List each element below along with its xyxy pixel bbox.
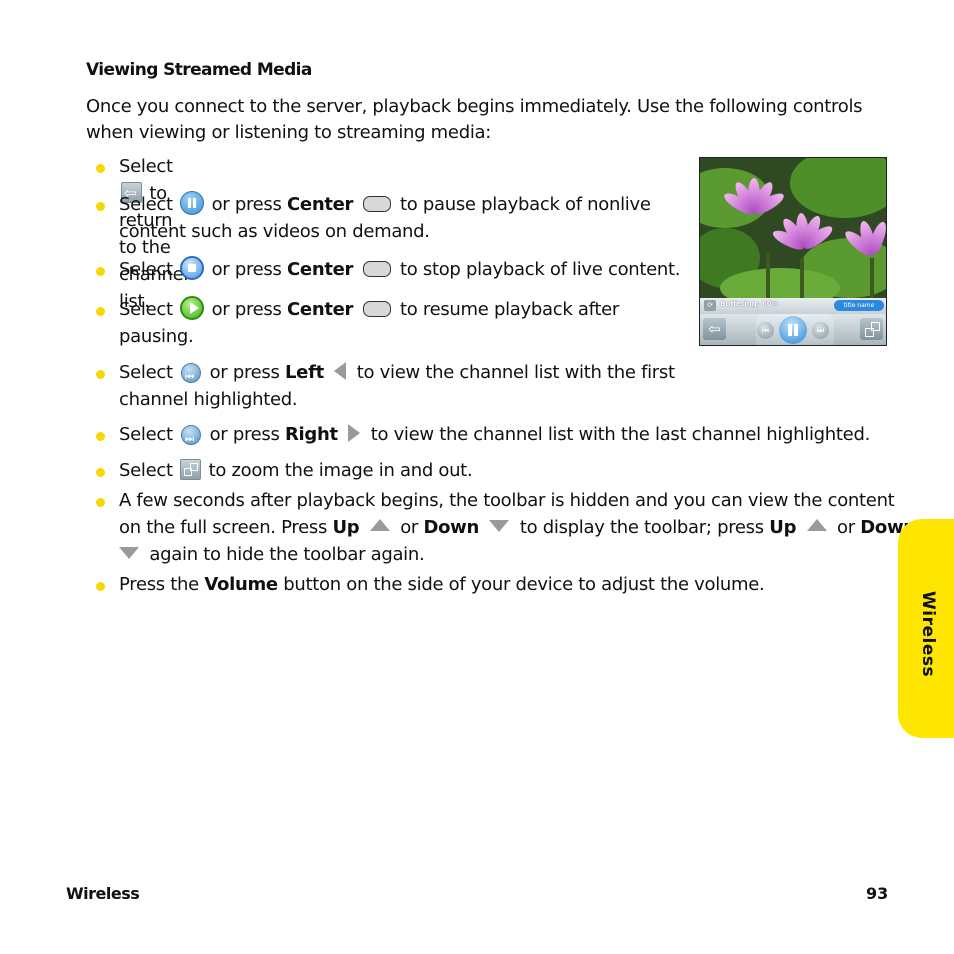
item-text: to zoom the image in and out.: [208, 460, 473, 481]
stop-icon: [180, 256, 205, 280]
previous-icon: [181, 363, 202, 391]
key-name: Center: [287, 299, 354, 320]
center-key-icon: [362, 196, 391, 212]
bullet-dot: [96, 202, 105, 211]
left-arrow-icon: [334, 362, 347, 380]
next-icon: [181, 425, 202, 453]
item-text: again to hide the toolbar again.: [149, 544, 425, 565]
item-text: or press: [209, 362, 280, 383]
key-name: Center: [287, 259, 354, 280]
next-icon: ⏭: [812, 322, 829, 339]
section-tab: Wireless: [898, 519, 954, 738]
bullet-dot: [96, 307, 105, 316]
item-text: to view the channel list with the first: [356, 362, 675, 383]
item-text: Select: [119, 460, 173, 481]
previous-icon: ⏮: [757, 322, 774, 339]
item-text: Select: [119, 259, 173, 280]
refresh-icon: ⟳: [704, 300, 716, 311]
bullet-dot: [96, 582, 105, 591]
flower-stem: [766, 253, 770, 303]
item-text: button on the side of your device to adj…: [283, 574, 765, 595]
bullet-dot: [96, 370, 105, 379]
key-name: Up: [769, 517, 797, 538]
item-text: Select: [119, 156, 173, 177]
zoom-icon: [180, 458, 202, 480]
key-name: Left: [285, 362, 324, 383]
flower-stem: [870, 258, 874, 303]
item-text: to stop playback of live content.: [399, 259, 681, 280]
center-key-icon: [362, 301, 391, 317]
item-text: to pause playback of nonlive: [399, 194, 651, 215]
control-bar: ⇦ ⏮ ⏭: [700, 314, 886, 345]
item-text: to resume playback after: [399, 299, 619, 320]
up-arrow-icon: [369, 519, 390, 531]
lily-pad: [790, 158, 886, 218]
play-icon: [180, 296, 205, 320]
bullet-dot: [96, 267, 105, 276]
key-name: Down: [423, 517, 480, 538]
flower-stem: [800, 258, 804, 303]
page-number: 93: [866, 884, 889, 903]
item-text: or: [400, 517, 419, 538]
status-bar: ⟳ Buffering: 60% title name: [700, 298, 886, 314]
device-screenshot: ⟳ Buffering: 60% title name ⇦ ⏮ ⏭: [699, 157, 887, 346]
item-text: or press: [211, 194, 282, 215]
item-text: Press the: [119, 574, 199, 595]
buffering-status: Buffering: 60%: [720, 300, 779, 308]
key-name: Right: [285, 424, 338, 445]
bullet-dot: [96, 164, 105, 173]
section-heading: Viewing Streamed Media: [86, 60, 312, 80]
down-arrow-icon: [119, 547, 139, 559]
item-text: to display the toolbar; press: [519, 517, 764, 538]
item-text: content such as videos on demand.: [119, 221, 430, 242]
item-text: Select: [119, 194, 173, 215]
key-name: Volume: [204, 574, 278, 595]
right-arrow-icon: [348, 424, 361, 442]
footer-section: Wireless: [66, 884, 140, 903]
item-text: or press: [211, 299, 282, 320]
item-text: A few seconds after playback begins, the…: [119, 490, 895, 511]
up-arrow-icon: [806, 519, 827, 531]
item-text: or press: [211, 259, 282, 280]
center-key-icon: [362, 261, 391, 277]
item-text: channel highlighted.: [119, 389, 298, 410]
zoom-icon: [860, 318, 883, 340]
bullet-dot: [96, 468, 105, 477]
back-icon: ⇦: [703, 318, 726, 340]
bullet-dot: [96, 432, 105, 441]
item-text: Select: [119, 362, 173, 383]
item-text: or: [837, 517, 855, 538]
bullet-dot: [96, 498, 105, 507]
item-text: or press: [209, 424, 280, 445]
item-text: to view the channel list with the last c…: [370, 424, 871, 445]
item-text: Select: [119, 299, 173, 320]
key-name: Up: [332, 517, 360, 538]
pause-icon: [180, 191, 205, 215]
down-arrow-icon: [489, 520, 510, 532]
section-tab-label: Wireless: [918, 591, 938, 678]
pause-icon: [779, 316, 807, 344]
item-text: Select: [119, 424, 173, 445]
intro-paragraph: Once you connect to the server, playback…: [86, 96, 863, 143]
item-text: on the full screen. Press: [119, 517, 328, 538]
item-text: pausing.: [119, 326, 194, 347]
key-name: Center: [287, 194, 354, 215]
title-pill: title name: [834, 300, 884, 311]
